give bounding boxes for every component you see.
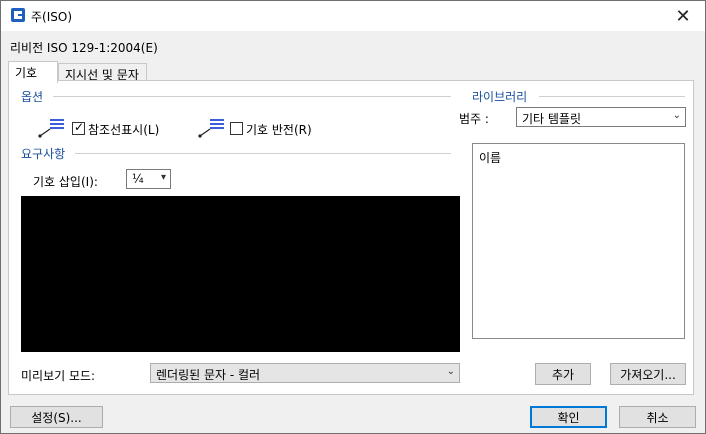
tab-symbol[interactable]: 기호 [8, 61, 58, 83]
options-group-label: 옵션 [21, 88, 48, 105]
tab-symbol-label: 기호 [15, 66, 38, 80]
tab-panel: 옵션 ✓ 참조선표시(L) 기호 반전(R) 요구사항 기호 삽입(I): ¼ [8, 80, 694, 395]
preview-mode-dropdown[interactable]: 렌더링된 문자 - 컬러 ⌄ [150, 363, 460, 383]
checkmark-icon: ✓ [74, 120, 85, 134]
invert-symbol-checkbox[interactable] [230, 122, 243, 135]
title-bar: 주(ISO) ✕ [1, 1, 705, 31]
show-reference-line-label[interactable]: 참조선표시(L) [88, 121, 159, 138]
cancel-button-label: 취소 [646, 410, 669, 425]
chevron-down-icon: ⌄ [446, 366, 455, 377]
invert-symbol-label[interactable]: 기호 반전(R) [246, 121, 312, 138]
list-header-name: 이름 [479, 151, 502, 165]
preview-mode-value: 렌더링된 문자 - 컬러 [156, 368, 261, 382]
requirements-divider [75, 153, 451, 154]
close-icon: ✕ [675, 5, 691, 27]
insert-symbol-label: 기호 삽입(I): [33, 175, 98, 189]
requirements-group-label: 요구사항 [21, 145, 70, 162]
ok-button[interactable]: 확인 [530, 406, 607, 428]
window-title: 주(ISO) [31, 10, 73, 24]
options-divider [53, 96, 451, 97]
settings-button[interactable]: 설정(S)... [10, 406, 103, 428]
add-button-label: 추가 [551, 367, 575, 382]
category-dropdown[interactable]: 기타 템플릿 ⌄ [516, 107, 686, 127]
chevron-down-icon: ⌄ [672, 110, 681, 121]
dialog-window: 주(ISO) ✕ 리비전 ISO 129-1:2004(E) 기호 지시선 및 … [0, 0, 706, 434]
category-value: 기타 템플릿 [522, 112, 582, 126]
ok-button-label: 확인 [557, 410, 580, 425]
symbol-preview [21, 196, 460, 352]
insert-symbol-value: ¼ [132, 172, 144, 186]
close-button[interactable]: ✕ [661, 1, 705, 31]
library-group-label: 라이브러리 [472, 88, 532, 105]
settings-button-label: 설정(S)... [31, 410, 82, 425]
show-reference-line-checkbox[interactable]: ✓ [72, 120, 85, 135]
app-icon [11, 8, 25, 22]
library-list[interactable]: 이름 [472, 143, 685, 339]
category-label: 범주 : [459, 112, 489, 126]
revision-label: 리비전 ISO 129-1:2004(E) [10, 41, 158, 55]
import-button-label: 가져오기... [620, 367, 676, 382]
insert-symbol-dropdown[interactable]: ¼ ▾ [126, 169, 171, 189]
import-button[interactable]: 가져오기... [610, 363, 686, 385]
library-divider [539, 96, 685, 97]
leader-line-inverted-icon [198, 119, 224, 138]
cancel-button[interactable]: 취소 [619, 406, 696, 428]
leader-line-icon [38, 119, 64, 138]
preview-mode-label: 미리보기 모드: [21, 369, 96, 383]
add-button[interactable]: 추가 [535, 363, 591, 385]
chevron-down-icon: ▾ [160, 172, 166, 183]
